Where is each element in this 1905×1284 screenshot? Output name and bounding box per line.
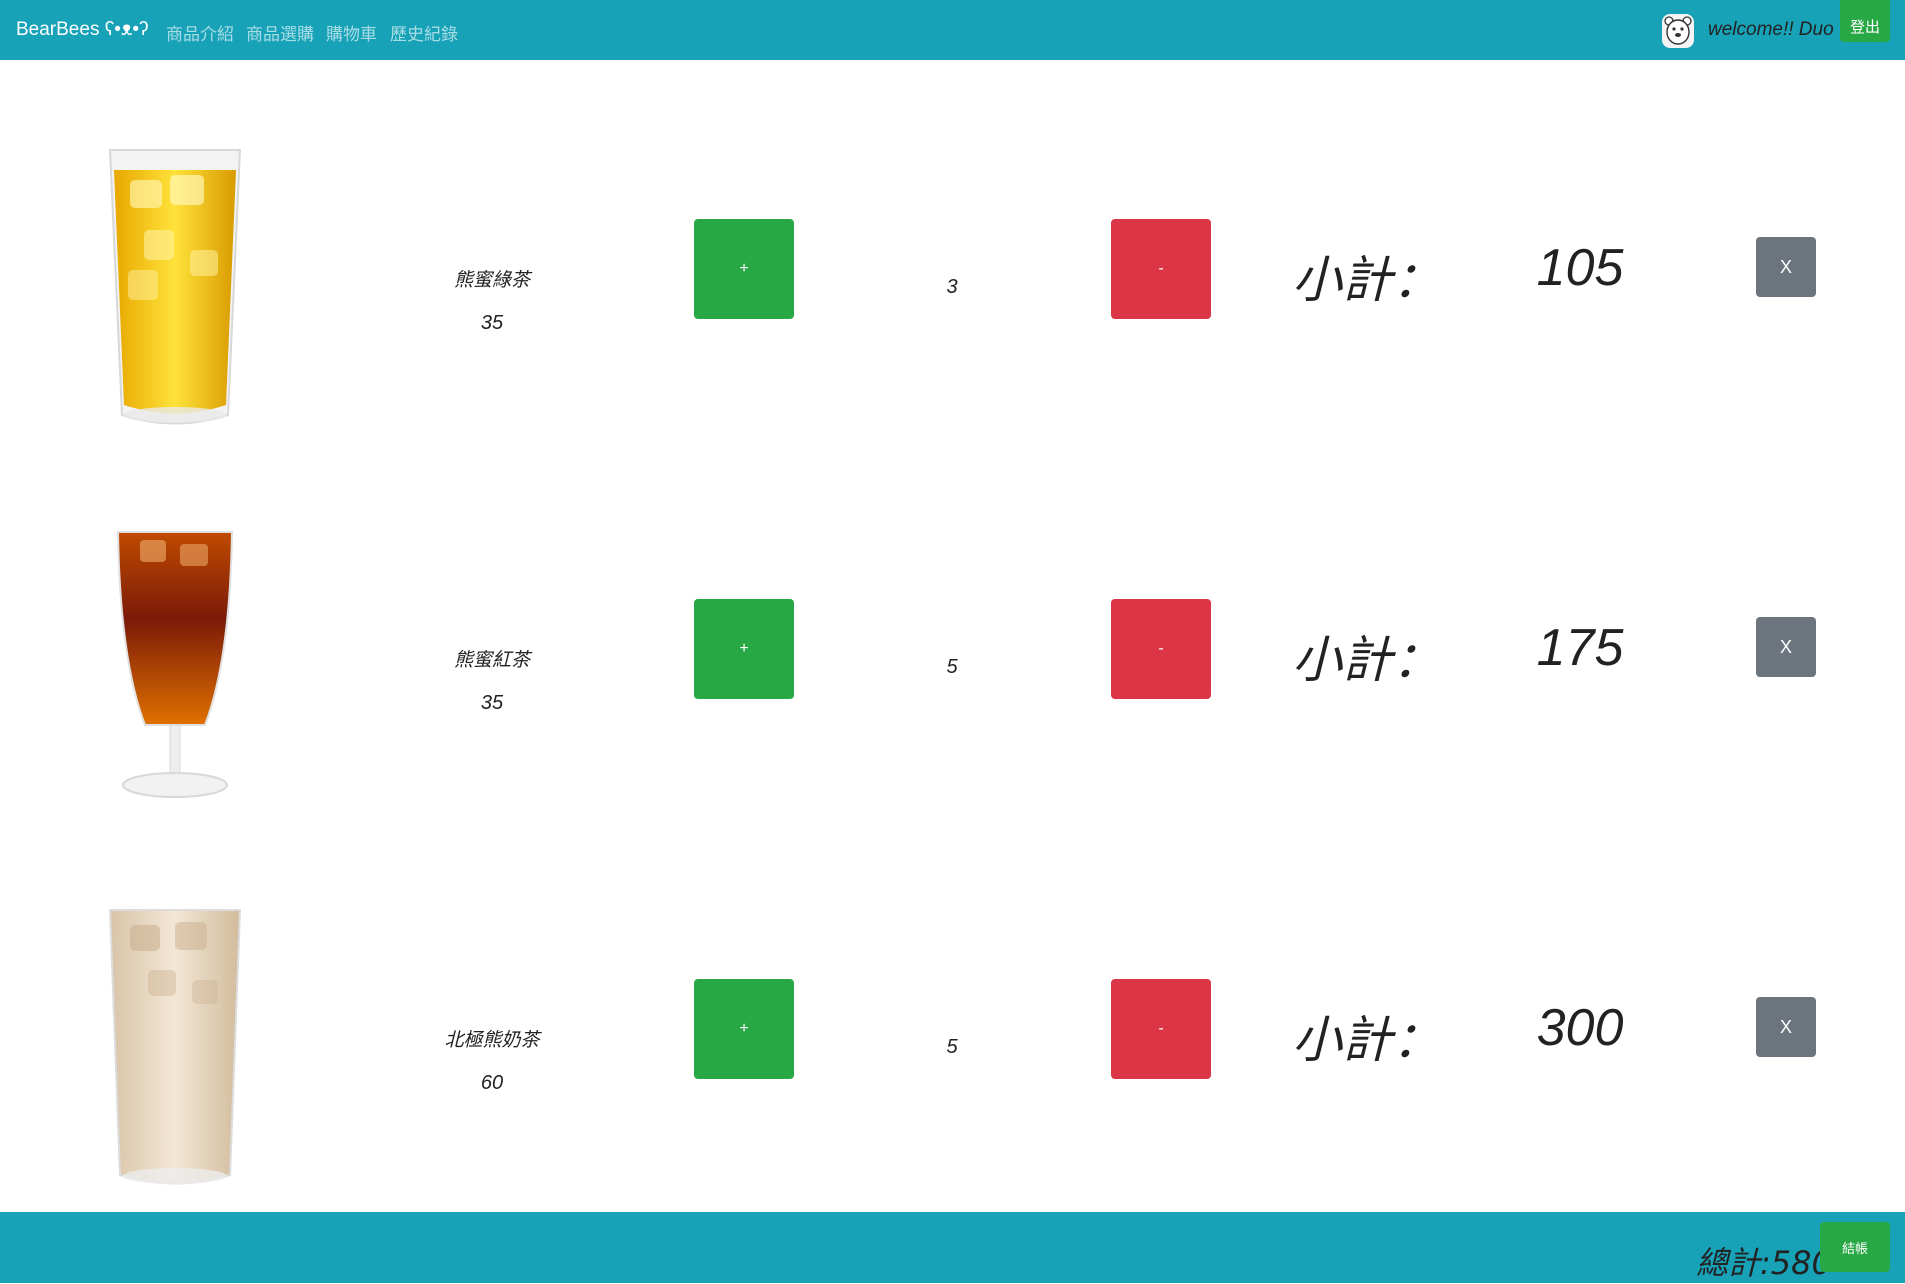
product-price: 35 <box>480 312 504 334</box>
remove-item-button[interactable]: X <box>1756 237 1816 297</box>
product-name: 熊蜜綠茶 <box>453 269 530 291</box>
remove-item-button[interactable]: X <box>1756 617 1816 677</box>
subtotal-value: 175 <box>1536 619 1624 677</box>
iced-milk-tea-glass <box>108 909 242 1185</box>
decrease-quantity-button[interactable]: - <box>1111 599 1211 699</box>
subtotal-label: 小計： <box>1292 251 1442 309</box>
product-name: 北極熊奶茶 <box>444 1029 540 1051</box>
quantity-value: 5 <box>946 656 958 678</box>
decrease-quantity-button[interactable]: - <box>1111 219 1211 319</box>
quantity-value: 5 <box>946 1036 958 1058</box>
nav-link-cart[interactable]: 購物車 <box>326 20 377 45</box>
cart-item-row: 北極熊奶茶 60 + 5 - 小計： 300 X <box>0 840 1905 1220</box>
subtotal-label: 小計： <box>1292 1011 1442 1069</box>
product-price: 60 <box>480 1072 504 1094</box>
brand-logo[interactable]: BearBees ʕ•ᴥ•ʔ <box>16 19 149 41</box>
cart-item-row: 熊蜜綠茶 35 + 3 - 小計： 105 X <box>0 80 1905 460</box>
logout-button[interactable]: 登出 <box>1840 0 1890 42</box>
remove-item-button[interactable]: X <box>1756 997 1816 1057</box>
nav-link-product-intro[interactable]: 商品介紹 <box>166 20 234 45</box>
decrease-quantity-button[interactable]: - <box>1111 979 1211 1079</box>
subtotal-value: 300 <box>1536 999 1624 1057</box>
quantity-value: 3 <box>946 276 958 298</box>
subtotal-value: 105 <box>1536 239 1624 297</box>
checkout-button[interactable]: 結帳 <box>1820 1222 1890 1272</box>
iced-black-tea-glass <box>116 531 234 798</box>
nav-link-history[interactable]: 歷史紀錄 <box>390 20 458 45</box>
product-name: 熊蜜紅茶 <box>453 649 530 671</box>
nav-link-shop[interactable]: 商品選購 <box>246 20 314 45</box>
top-navbar: BearBees ʕ•ᴥ•ʔ 商品介紹 商品選購 購物車 歷史紀錄 welcom… <box>0 0 1905 60</box>
footer-bar: 總計:580 結帳 <box>0 1212 1905 1283</box>
bear-avatar-icon <box>1662 14 1694 48</box>
increase-quantity-button[interactable]: + <box>694 979 794 1079</box>
cart-item-row: 熊蜜紅茶 35 + 5 - 小計： 175 X <box>0 460 1905 840</box>
increase-quantity-button[interactable]: + <box>694 599 794 699</box>
iced-green-tea-glass <box>108 149 242 425</box>
total-amount: 總計:580 <box>1696 1244 1832 1282</box>
increase-quantity-button[interactable]: + <box>694 219 794 319</box>
subtotal-label: 小計： <box>1292 631 1442 689</box>
welcome-text: welcome!! Duo <box>1708 19 1834 40</box>
product-price: 35 <box>480 692 504 714</box>
